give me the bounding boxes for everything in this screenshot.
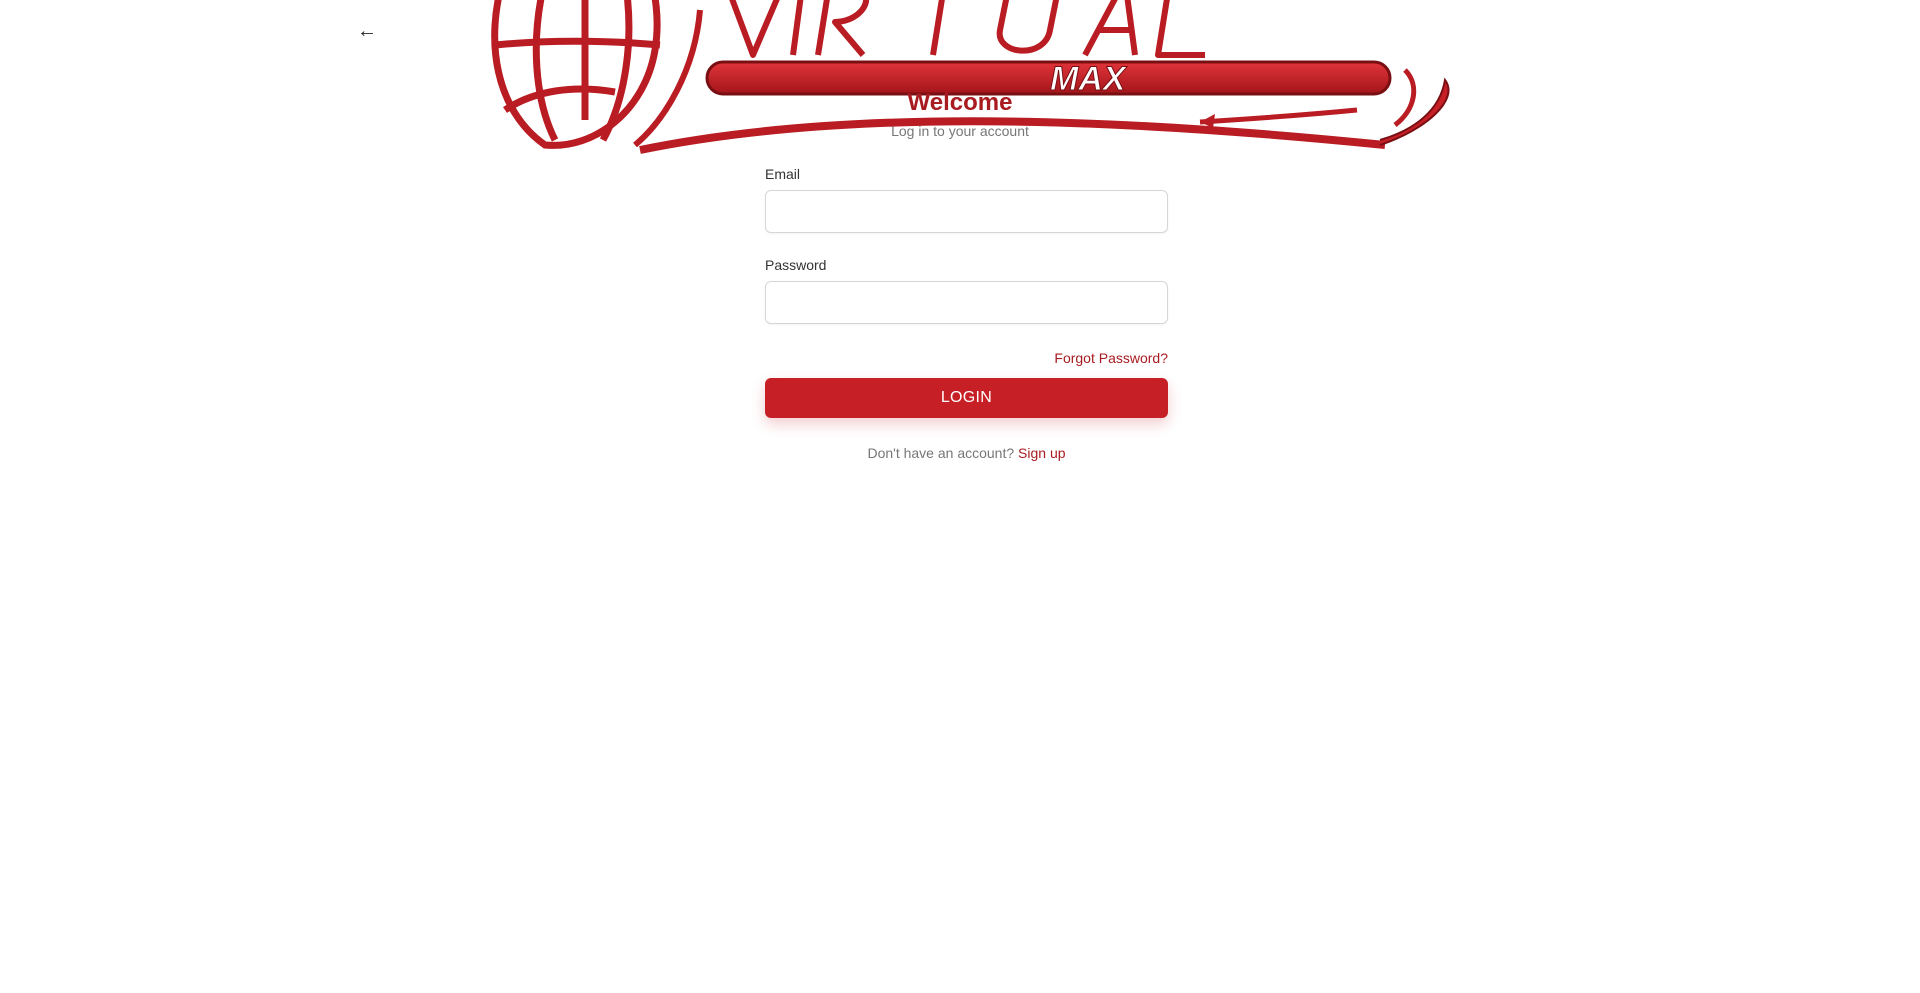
arrow-left-icon: ← bbox=[357, 20, 377, 42]
password-field[interactable] bbox=[765, 281, 1168, 324]
email-field[interactable] bbox=[765, 190, 1168, 233]
email-label: Email bbox=[765, 166, 801, 182]
login-button[interactable]: LOGIN bbox=[765, 378, 1168, 418]
signup-link[interactable]: Sign up bbox=[1018, 445, 1065, 461]
email-group: Email bbox=[765, 166, 1168, 233]
login-page: ← MAX Welcome Log in to your account Ema… bbox=[0, 0, 1920, 993]
back-button[interactable]: ← bbox=[354, 18, 380, 44]
page-title: Welcome bbox=[907, 89, 1013, 116]
signup-row: Don't have an account? Sign up bbox=[765, 445, 1168, 461]
signup-prompt: Don't have an account? bbox=[867, 445, 1015, 461]
password-group: Password bbox=[765, 257, 1168, 324]
forgot-password-link[interactable]: Forgot Password? bbox=[1054, 350, 1168, 366]
page-subtitle: Log in to your account bbox=[891, 123, 1029, 139]
password-label: Password bbox=[765, 257, 827, 273]
